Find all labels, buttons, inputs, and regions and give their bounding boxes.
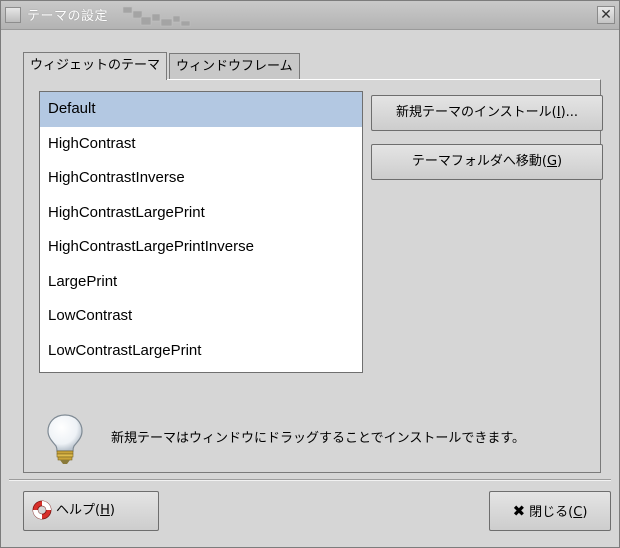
install-theme-label: 新規テーマのインストール( bbox=[395, 105, 557, 120]
lifebuoy-icon bbox=[32, 500, 52, 519]
tab-window-frame[interactable]: ウィンドウフレーム bbox=[169, 53, 300, 79]
window-close-button[interactable]: ✕ bbox=[597, 6, 615, 24]
theme-list-item[interactable]: Default bbox=[40, 92, 362, 127]
theme-list-item[interactable]: LowContrastLargePrint bbox=[40, 334, 362, 369]
theme-preferences-window: テーマの設定 ✕ ウィジェットのテーマ ウィンドウフレーム Default Hig… bbox=[0, 0, 620, 548]
tab-bar: ウィジェットのテーマ ウィンドウフレーム bbox=[23, 52, 302, 80]
goto-folder-mnemonic: G bbox=[546, 154, 558, 169]
theme-list[interactable]: Default HighContrast HighContrastInverse Hi… bbox=[39, 91, 363, 373]
install-hint-text: 新規テーマはウィンドウにドラッグすることでインストールできます。 bbox=[111, 431, 526, 446]
theme-list-item[interactable]: LargePrint bbox=[40, 265, 362, 300]
theme-list-item[interactable]: HighContrastInverse bbox=[40, 161, 362, 196]
tab-widget-theme[interactable]: ウィジェットのテーマ bbox=[23, 52, 168, 80]
theme-list-item[interactable]: LowContrast bbox=[40, 299, 362, 334]
close-x-icon: ✖ bbox=[512, 502, 526, 520]
window-title: テーマの設定 bbox=[27, 9, 109, 24]
close-button[interactable]: ✖ 閉じる(C) bbox=[489, 491, 611, 531]
goto-folder-suffix: ) bbox=[557, 154, 563, 169]
help-button[interactable]: ヘルプ(H) bbox=[23, 491, 159, 531]
help-mnemonic: H bbox=[100, 503, 110, 518]
titlebar-pattern-icon bbox=[122, 6, 191, 27]
close-mnemonic: C bbox=[573, 505, 583, 520]
install-theme-suffix: )... bbox=[560, 105, 579, 120]
theme-list-item[interactable]: HighContrast bbox=[40, 127, 362, 162]
install-theme-button[interactable]: 新規テーマのインストール(I)... bbox=[371, 95, 603, 131]
lightbulb-icon bbox=[47, 414, 83, 464]
theme-list-item[interactable]: HighContrastLargePrint bbox=[40, 196, 362, 231]
help-label: ヘルプ( bbox=[56, 503, 101, 518]
title-bar[interactable]: テーマの設定 ✕ bbox=[1, 1, 619, 30]
goto-folder-label: テーマフォルダへ移動( bbox=[411, 154, 547, 169]
button-area-separator bbox=[9, 479, 611, 481]
help-suffix: ) bbox=[109, 503, 115, 518]
window-menu-button[interactable] bbox=[5, 7, 21, 23]
close-suffix: ) bbox=[582, 505, 588, 520]
theme-list-item[interactable]: HighContrastLargePrintInverse bbox=[40, 230, 362, 265]
goto-theme-folder-button[interactable]: テーマフォルダへ移動(G) bbox=[371, 144, 603, 180]
close-label: 閉じる( bbox=[529, 505, 574, 520]
